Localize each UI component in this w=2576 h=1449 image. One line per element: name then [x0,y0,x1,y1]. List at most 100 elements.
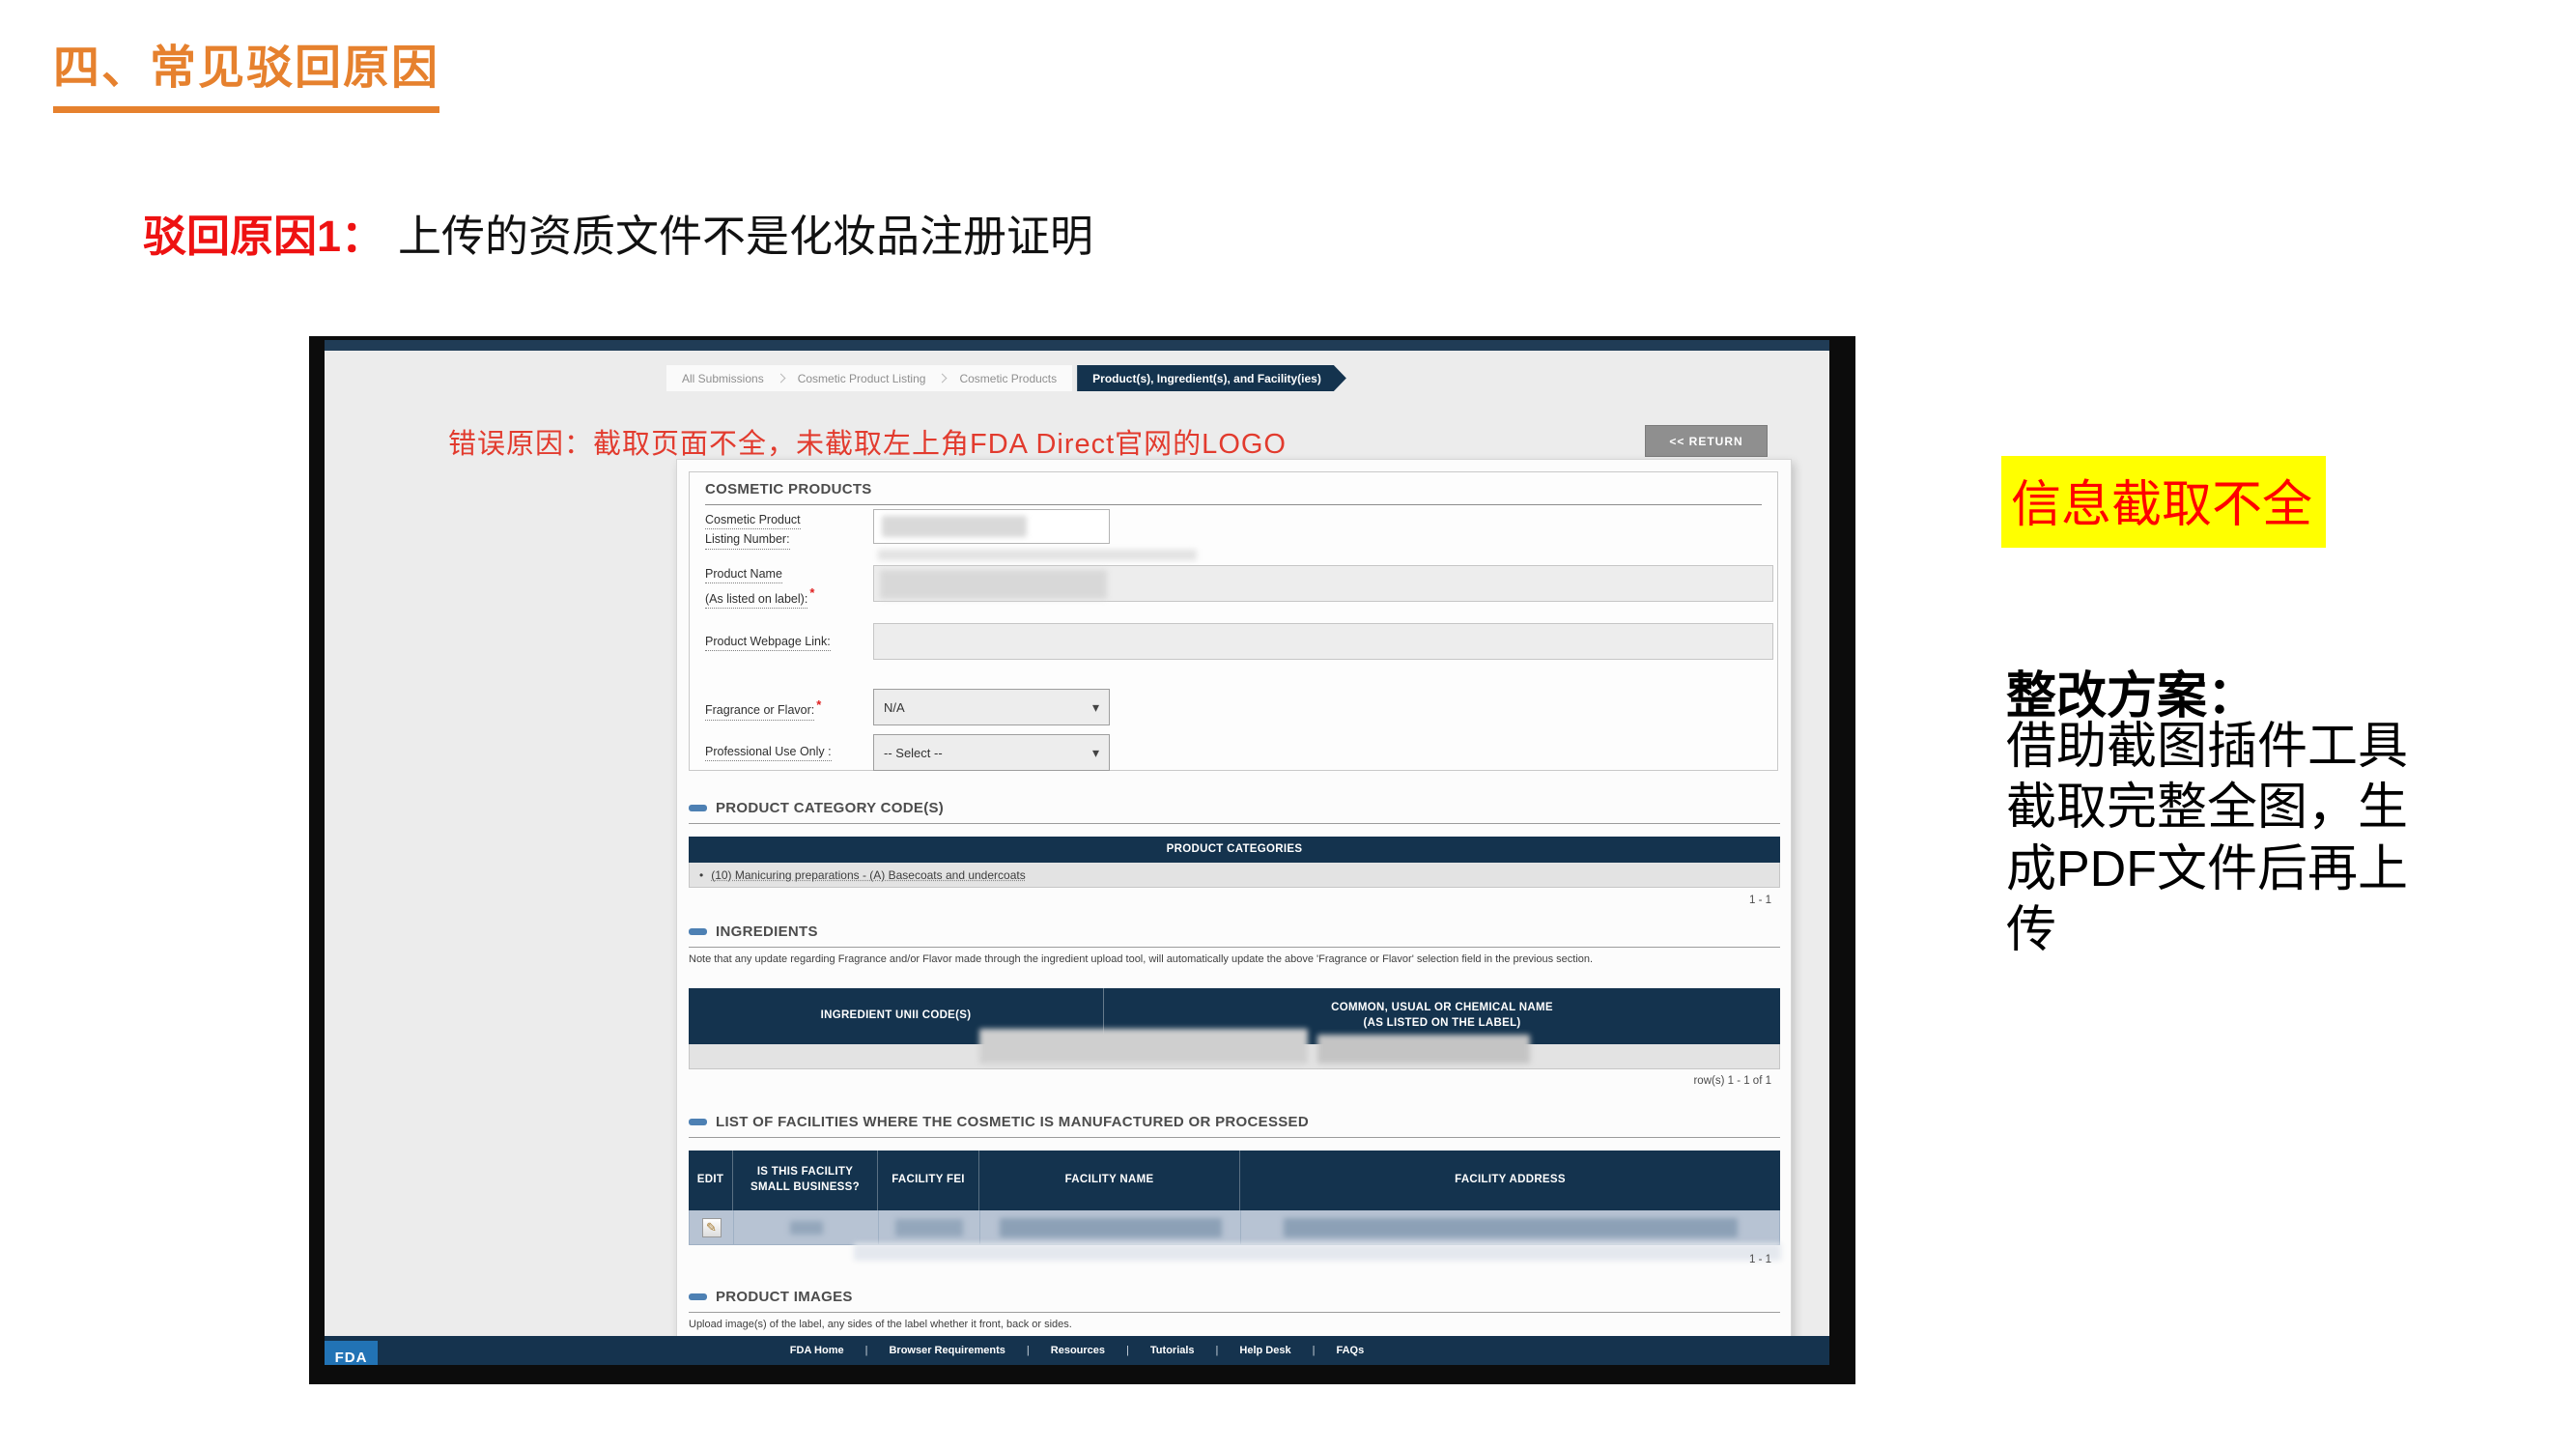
bullet-icon: • [699,868,703,882]
facilities-col-edit: EDIT [689,1151,733,1210]
section-ingredients: INGREDIENTS [689,923,1780,948]
breadcrumb-group: All Submissions Cosmetic Product Listing… [666,365,1072,391]
facilities-col-name: FACILITY NAME [979,1151,1240,1210]
required-asterisk: * [816,697,821,712]
ingredients-table: INGREDIENT UNII CODE(S) COMMON, USUAL OR… [689,988,1780,1069]
fragrance-selected-value: N/A [884,700,905,715]
fragrance-label: Fragrance or Flavor:* [705,698,821,724]
highlight-note: 信息截取不全 [2001,456,2326,548]
facilities-col-address: FACILITY ADDRESS [1240,1151,1780,1210]
redaction-smudge [878,550,1197,560]
redacted-value [882,516,1027,537]
footer-link-help-desk[interactable]: Help Desk [1229,1345,1325,1356]
breadcrumb: All Submissions Cosmetic Product Listing… [666,365,1346,391]
reason-text: 上传的资质文件不是化妆品注册证明 [398,212,1093,261]
table-row: • (10) Manicuring preparations - (A) Bas… [689,863,1780,888]
chevron-right-icon [776,374,785,384]
redacted-value [895,1219,963,1236]
listing-number-label-line2: Listing Number: [705,532,790,549]
facilities-table: EDIT IS THIS FACILITY SMALL BUSINESS? FA… [689,1151,1780,1245]
category-link[interactable]: (10) Manicuring preparations - (A) Basec… [711,868,1026,882]
product-name-input[interactable] [873,565,1773,602]
professional-use-select[interactable]: -- Select -- ▾ [873,734,1110,771]
table-row [689,1044,1780,1069]
return-button[interactable]: << RETURN [1645,425,1768,457]
collapse-icon[interactable] [689,928,707,935]
breadcrumb-cosmetic-product-listing[interactable]: Cosmetic Product Listing [786,372,938,385]
product-categories-table: PRODUCT CATEGORIES • (10) Manicuring pre… [689,837,1780,888]
page-title: 四、常见驳回原因 [53,29,439,113]
collapse-icon[interactable] [689,805,707,811]
product-name-label: Product Name (As listed on label):* [705,567,814,611]
breadcrumb-all-submissions[interactable]: All Submissions [670,372,776,385]
section-product-category-title: PRODUCT CATEGORY CODE(S) [716,800,944,816]
section-product-images: PRODUCT IMAGES [689,1289,1780,1313]
footer-link-tutorials[interactable]: Tutorials [1140,1345,1230,1356]
webpage-link-input[interactable] [873,623,1773,660]
footer-links: FDA Home Browser Requirements Resources … [325,1336,1829,1365]
redacted-value [1284,1218,1738,1237]
redacted-value [790,1221,823,1235]
section-product-images-title: PRODUCT IMAGES [716,1289,853,1305]
product-name-label-line2: (As listed on label): [705,592,807,609]
footer-link-fda-home[interactable]: FDA Home [779,1345,879,1356]
facilities-col-fei: FACILITY FEI [878,1151,979,1210]
professional-use-label: Professional Use Only : [705,745,832,764]
chevron-down-icon: ▾ [1092,745,1099,761]
site-footer: FDA FDA Home Browser Requirements Resour… [325,1336,1829,1365]
edit-cell: ✎ [690,1210,734,1244]
screenshot-frame: All Submissions Cosmetic Product Listing… [309,336,1855,1384]
fei-cell [879,1210,980,1244]
ingredients-note: Note that any update regarding Fragrance… [689,952,1761,968]
fragrance-label-text: Fragrance or Flavor: [705,703,814,720]
chevron-down-icon: ▾ [1092,699,1099,716]
cosmetic-products-title: COSMETIC PRODUCTS [705,481,872,497]
footer-link-resources[interactable]: Resources [1040,1345,1140,1356]
cosmetic-products-box: COSMETIC PRODUCTS Cosmetic Product Listi… [689,471,1778,771]
facilities-pagination: 1 - 1 [1749,1254,1771,1265]
breadcrumb-current-step[interactable]: Product(s), Ingredient(s), and Facility(… [1077,365,1346,391]
category-pagination: 1 - 1 [1749,895,1771,906]
facility-name-cell [980,1210,1241,1244]
product-images-note: Upload image(s) of the label, any sides … [689,1318,1761,1333]
plan-body: 借助截图插件工具截取完整全图，生成PDF文件后再上传 [2006,717,2436,962]
footer-link-browser-requirements[interactable]: Browser Requirements [878,1345,1039,1356]
chemical-name-header-line2: (AS LISTED ON THE LABEL) [1363,1016,1520,1032]
collapse-icon[interactable] [689,1119,707,1125]
product-categories-header: PRODUCT CATEGORIES [689,837,1780,863]
webpage-link-label-text: Product Webpage Link: [705,635,831,651]
redacted-value [979,1029,1308,1064]
chevron-right-icon [938,374,948,384]
breadcrumb-cosmetic-products[interactable]: Cosmetic Products [948,372,1068,385]
table-row: ✎ [689,1210,1780,1245]
professional-selected-value: -- Select -- [884,746,943,760]
ingredients-pagination: row(s) 1 - 1 of 1 [1693,1075,1771,1087]
error-annotation: 错误原因：截取页面不全，未截取左上角FDA Direct官网的LOGO [448,421,1287,462]
facilities-col-small-business: IS THIS FACILITY SMALL BUSINESS? [733,1151,878,1210]
redaction-smudge [854,1243,1781,1261]
listing-number-label-line1: Cosmetic Product [705,513,801,529]
listing-number-input[interactable] [873,509,1110,544]
collapse-icon[interactable] [689,1293,707,1300]
small-business-cell [734,1210,879,1244]
content-panel: COSMETIC PRODUCTS Cosmetic Product Listi… [676,459,1792,1344]
chemical-name-header-line1: COMMON, USUAL OR CHEMICAL NAME [1331,1001,1553,1016]
reason-label: 驳回原因1： [143,212,384,261]
listing-number-label: Cosmetic Product Listing Number: [705,513,801,553]
footer-link-faqs[interactable]: FAQs [1325,1345,1374,1356]
redacted-value [1317,1035,1530,1064]
redacted-value [880,570,1107,599]
divider [705,504,1762,505]
edit-icon[interactable]: ✎ [702,1218,722,1237]
redacted-value [1000,1218,1222,1237]
top-navy-bar [325,340,1829,351]
fda-direct-screen: All Submissions Cosmetic Product Listing… [325,340,1829,1365]
section-ingredients-title: INGREDIENTS [716,923,818,940]
required-asterisk: * [809,585,814,600]
fragrance-select[interactable]: N/A ▾ [873,689,1110,725]
section-facilities: LIST OF FACILITIES WHERE THE COSMETIC IS… [689,1114,1780,1138]
section-product-category: PRODUCT CATEGORY CODE(S) [689,800,1780,824]
section-facilities-title: LIST OF FACILITIES WHERE THE COSMETIC IS… [716,1114,1309,1130]
product-name-label-line1: Product Name [705,567,782,583]
webpage-link-label: Product Webpage Link: [705,635,831,654]
